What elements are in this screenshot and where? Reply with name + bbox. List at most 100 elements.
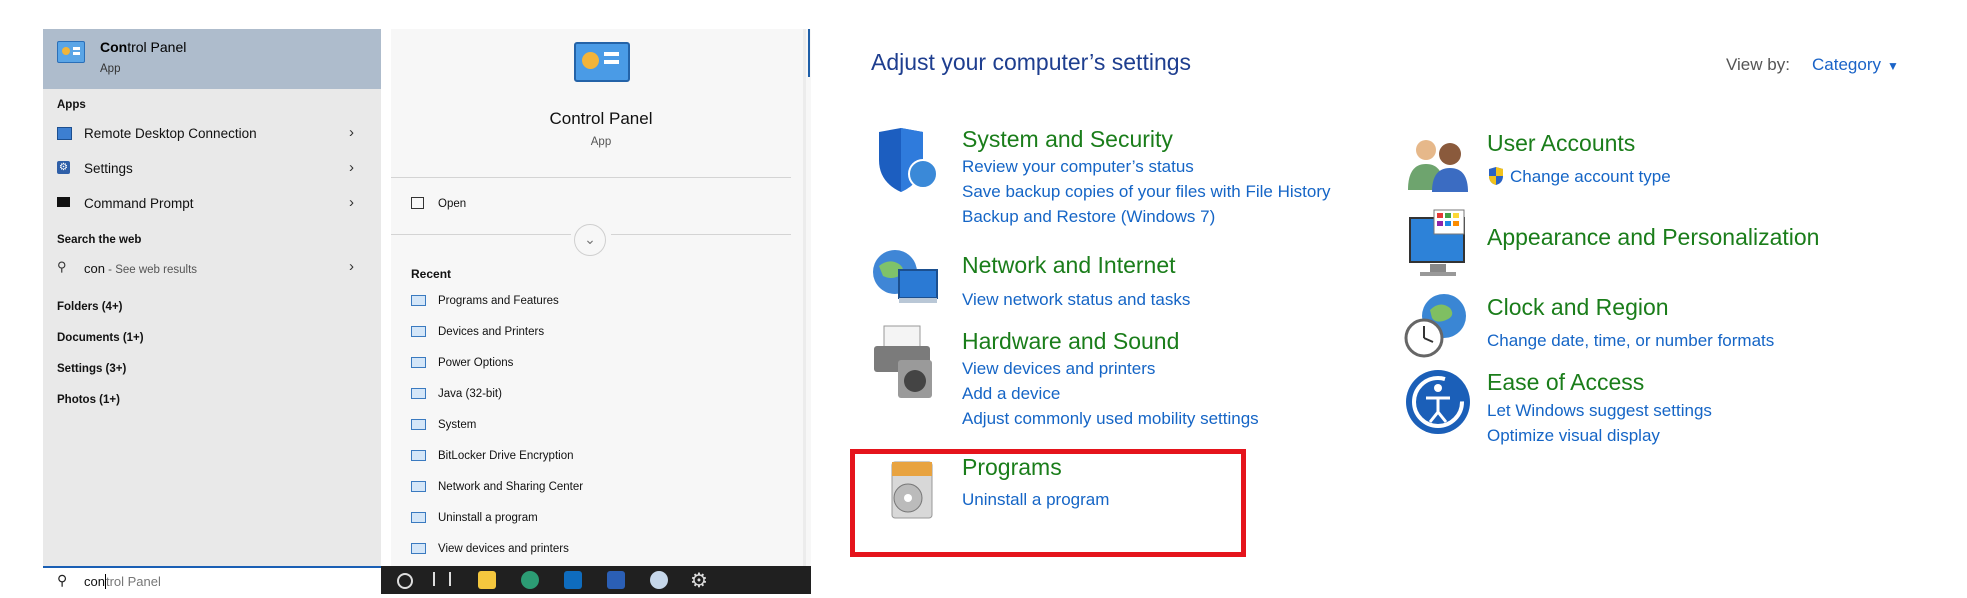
view-by-dropdown[interactable]: Category ▼ bbox=[1812, 55, 1899, 75]
recent-item-label: Power Options bbox=[438, 357, 514, 369]
remote-desktop-icon bbox=[57, 127, 72, 140]
link-backup-restore[interactable]: Backup and Restore (Windows 7) bbox=[962, 207, 1215, 227]
link-review-status[interactable]: Review your computer’s status bbox=[962, 157, 1194, 177]
app-item-remote-desktop[interactable]: Remote Desktop Connection › bbox=[43, 123, 381, 147]
users-icon bbox=[1408, 140, 1468, 192]
ease-of-access-icon bbox=[1406, 370, 1470, 434]
app-item-settings[interactable]: ⚙ Settings › bbox=[43, 158, 381, 182]
chevron-right-icon[interactable]: › bbox=[349, 124, 354, 141]
network-globe-icon bbox=[873, 250, 938, 303]
detail-title: Control Panel bbox=[549, 109, 653, 128]
web-search-item[interactable]: ⚲ con - See web results › bbox=[43, 257, 381, 281]
best-match-title: Control Panel bbox=[100, 39, 187, 55]
file-explorer-icon[interactable] bbox=[478, 571, 496, 589]
link-add-device[interactable]: Add a device bbox=[962, 384, 1060, 404]
link-view-devices[interactable]: View devices and printers bbox=[962, 359, 1155, 379]
printer-speaker-icon bbox=[874, 325, 932, 398]
recent-item-label: Uninstall a program bbox=[438, 512, 538, 524]
details-pane: Control Panel App Open ⌄ Recent Programs… bbox=[391, 29, 811, 566]
link-mobility-settings[interactable]: Adjust commonly used mobility settings bbox=[962, 409, 1259, 429]
recent-item[interactable]: View devices and printers bbox=[411, 541, 771, 563]
recent-item-label: Programs and Features bbox=[438, 295, 559, 307]
link-network-status[interactable]: View network status and tasks bbox=[962, 290, 1190, 310]
category-documents[interactable]: Documents (1+) bbox=[57, 332, 144, 344]
recent-item-label: Java (32-bit) bbox=[438, 388, 502, 400]
link-date-time-formats[interactable]: Change date, time, or number formats bbox=[1487, 331, 1774, 351]
open-action[interactable]: Open bbox=[411, 195, 711, 219]
control-panel-applet-icon bbox=[411, 388, 426, 399]
recent-item[interactable]: Java (32-bit) bbox=[411, 386, 771, 408]
link-windows-suggest[interactable]: Let Windows suggest settings bbox=[1487, 401, 1712, 421]
recent-item[interactable]: System bbox=[411, 417, 771, 439]
control-panel-applet-icon bbox=[411, 419, 426, 430]
category-network-and-internet[interactable]: Network and Internet bbox=[962, 252, 1176, 279]
settings-gear-icon: ⚙ bbox=[57, 161, 70, 174]
control-panel-applet-icon bbox=[411, 326, 426, 337]
search-results-pane: Control Panel App Apps Remote Desktop Co… bbox=[43, 29, 381, 566]
chevron-right-icon[interactable]: › bbox=[349, 194, 354, 211]
control-panel-large-icon bbox=[574, 42, 630, 82]
expand-chevron-icon[interactable]: ⌄ bbox=[574, 224, 606, 256]
dropdown-arrow-icon: ▼ bbox=[1886, 59, 1899, 73]
app-label: Settings bbox=[84, 161, 133, 176]
control-panel-applet-icon bbox=[411, 512, 426, 523]
page-title: Adjust your computer’s settings bbox=[871, 49, 1192, 75]
divider bbox=[611, 234, 791, 235]
category-system-and-security[interactable]: System and Security bbox=[962, 126, 1173, 153]
chevron-right-icon[interactable]: › bbox=[349, 159, 354, 176]
edge-icon[interactable] bbox=[521, 571, 539, 589]
recent-item[interactable]: Programs and Features bbox=[411, 293, 771, 315]
clock-globe-icon bbox=[1404, 294, 1466, 358]
open-icon bbox=[411, 197, 424, 209]
uac-shield-icon bbox=[1487, 166, 1505, 186]
app-item-command-prompt[interactable]: Command Prompt › bbox=[43, 193, 381, 217]
chevron-right-icon[interactable]: › bbox=[349, 258, 354, 275]
category-clock-and-region[interactable]: Clock and Region bbox=[1487, 294, 1669, 321]
recent-item[interactable]: Power Options bbox=[411, 355, 771, 377]
control-panel-small-icon bbox=[57, 41, 85, 63]
web-search-text: con - See web results bbox=[84, 261, 198, 276]
paint-icon[interactable] bbox=[650, 571, 668, 589]
control-panel-applet-icon bbox=[411, 543, 426, 554]
window-edge bbox=[808, 29, 810, 77]
recent-item-label: BitLocker Drive Encryption bbox=[438, 450, 574, 462]
cortana-icon[interactable] bbox=[397, 573, 413, 589]
search-web-header: Search the web bbox=[57, 234, 142, 246]
outlook-icon[interactable] bbox=[564, 571, 582, 589]
app-label: Remote Desktop Connection bbox=[84, 126, 257, 141]
word-icon[interactable] bbox=[607, 571, 625, 589]
category-appearance-and-personalization[interactable]: Appearance and Personalization bbox=[1487, 224, 1819, 251]
category-hardware-and-sound[interactable]: Hardware and Sound bbox=[962, 328, 1179, 355]
settings-icon[interactable]: ⚙ bbox=[690, 568, 708, 593]
recent-item[interactable]: Uninstall a program bbox=[411, 510, 771, 532]
recent-item[interactable]: BitLocker Drive Encryption bbox=[411, 448, 771, 470]
control-panel-applet-icon bbox=[411, 357, 426, 368]
recent-item[interactable]: Devices and Printers bbox=[411, 324, 771, 346]
start-menu: Control Panel App Apps Remote Desktop Co… bbox=[43, 29, 811, 596]
shield-icon bbox=[879, 128, 938, 192]
control-panel-applet-icon bbox=[411, 481, 426, 492]
link-file-history[interactable]: Save backup copies of your files with Fi… bbox=[962, 182, 1331, 202]
category-photos[interactable]: Photos (1+) bbox=[57, 394, 120, 406]
link-optimize-display[interactable]: Optimize visual display bbox=[1487, 426, 1660, 446]
best-match-control-panel[interactable]: Control Panel App bbox=[43, 29, 381, 89]
category-folders[interactable]: Folders (4+) bbox=[57, 301, 123, 313]
open-label: Open bbox=[438, 198, 467, 210]
command-prompt-icon bbox=[57, 197, 70, 207]
best-match-subtitle: App bbox=[100, 63, 121, 75]
search-icon: ⚲ bbox=[57, 572, 68, 588]
link-uninstall-program[interactable]: Uninstall a program bbox=[962, 490, 1109, 510]
category-user-accounts[interactable]: User Accounts bbox=[1487, 130, 1635, 157]
category-ease-of-access[interactable]: Ease of Access bbox=[1487, 369, 1644, 396]
link-change-account-type[interactable]: Change account type bbox=[1510, 167, 1671, 187]
category-settings[interactable]: Settings (3+) bbox=[57, 363, 126, 375]
app-label: Command Prompt bbox=[84, 196, 194, 211]
taskbar-search-box[interactable]: ⚲ control Panel bbox=[43, 566, 381, 596]
task-view-icon[interactable] bbox=[433, 572, 451, 586]
divider bbox=[391, 177, 791, 178]
search-input-text[interactable]: control Panel bbox=[84, 574, 161, 589]
recent-item[interactable]: Network and Sharing Center bbox=[411, 479, 771, 501]
category-programs[interactable]: Programs bbox=[962, 454, 1062, 481]
control-panel-applet-icon bbox=[411, 450, 426, 461]
scrollbar[interactable] bbox=[803, 29, 806, 566]
